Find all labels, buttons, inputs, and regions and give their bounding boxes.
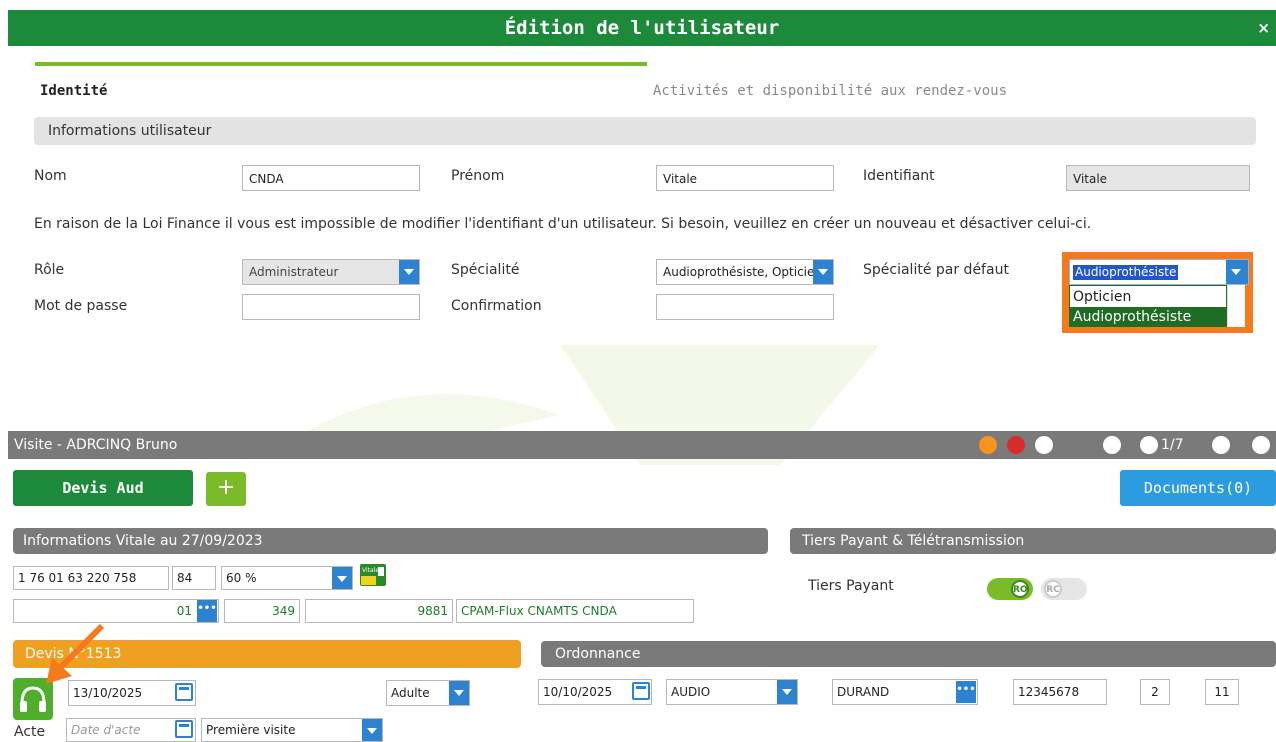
devis-aud-button[interactable]: Devis Aud xyxy=(13,470,193,506)
close-icon[interactable]: × xyxy=(1257,10,1270,46)
nom-label: Nom xyxy=(34,168,67,184)
specialite-defaut-value: Audioprothésiste xyxy=(1073,265,1179,280)
prev-page-icon[interactable] xyxy=(1140,436,1158,454)
taux-select[interactable]: 60 % xyxy=(221,566,353,590)
rc-toggle[interactable]: RC xyxy=(1041,578,1087,600)
chevron-down-icon xyxy=(449,681,469,705)
date-acte-placeholder: Date d'acte xyxy=(71,723,141,737)
tiers-payant-label: Tiers Payant xyxy=(808,578,894,594)
dialog-title: Édition de l'utilisateur xyxy=(8,10,1276,46)
vitale-section-title: Informations Vitale au 27/09/2023 xyxy=(13,528,768,554)
chevron-down-icon xyxy=(362,719,382,741)
dropdown-option-opticien[interactable]: Opticien xyxy=(1070,287,1226,307)
identifiant-label: Identifiant xyxy=(863,168,935,184)
confirmation-label: Confirmation xyxy=(451,298,542,314)
ordonnance-type-select[interactable]: AUDIO xyxy=(666,679,798,705)
regime-input[interactable]: 01 ••• xyxy=(13,599,219,623)
tab-active-indicator xyxy=(35,62,647,66)
identifiant-input: Vitale xyxy=(1066,165,1250,191)
prescripteur-input[interactable]: DURAND ••• xyxy=(832,679,978,705)
prenom-label: Prénom xyxy=(451,168,505,184)
specialite-defaut-dropdown: Opticien Audioprothésiste xyxy=(1069,285,1227,327)
centre-input[interactable]: 9881 xyxy=(305,599,453,623)
nom-input[interactable]: CNDA xyxy=(242,165,420,191)
section-informations-utilisateur: Informations utilisateur xyxy=(34,117,1256,145)
visite-title: Visite - ADRCINQ Bruno xyxy=(8,431,1276,459)
add-devis-button[interactable]: + xyxy=(206,472,246,506)
ordonnance-section-title: Ordonnance xyxy=(541,641,1276,667)
mot-de-passe-label: Mot de passe xyxy=(34,298,128,314)
confirmation-input[interactable] xyxy=(656,294,834,320)
vitale-card-text: Vitale xyxy=(362,567,379,574)
ordonnance-val2-input[interactable]: 11 xyxy=(1205,679,1239,705)
ordonnance-date-input[interactable]: 10/10/2025 xyxy=(538,679,652,705)
dropdown-option-audioprothesiste[interactable]: Audioprothésiste xyxy=(1070,307,1226,327)
prescripteur-value: DURAND xyxy=(837,685,890,699)
chevron-down-icon xyxy=(777,680,797,704)
devis-date-value: 13/10/2025 xyxy=(73,686,143,700)
caisse-input[interactable]: 349 xyxy=(224,599,300,623)
calendar-icon[interactable] xyxy=(632,682,650,700)
role-value: Administrateur xyxy=(249,265,339,279)
regime-value: 01 xyxy=(176,604,192,618)
ro-toggle[interactable]: RO xyxy=(987,578,1033,600)
devis-date-input[interactable]: 13/10/2025 xyxy=(68,680,196,706)
dropdown-scrollbar[interactable] xyxy=(1227,285,1245,327)
ordonnance-val1-input[interactable]: 2 xyxy=(1140,679,1170,705)
role-select: Administrateur xyxy=(242,259,420,285)
ordonnance-type-value: AUDIO xyxy=(671,685,711,699)
mot-de-passe-input[interactable] xyxy=(242,294,420,320)
taux-value: 60 % xyxy=(226,571,257,585)
vitale-card-icon[interactable]: Vitale xyxy=(360,564,386,586)
chevron-down-icon xyxy=(332,567,352,589)
loi-finance-notice: En raison de la Loi Finance il vous est … xyxy=(34,216,1092,232)
more-options-icon[interactable]: ••• xyxy=(956,681,976,703)
nir-input[interactable]: 1 76 01 63 220 758 xyxy=(13,566,169,590)
ro-toggle-knob: RO xyxy=(1011,580,1029,598)
remove-icon[interactable] xyxy=(1007,436,1025,454)
devis-type-select[interactable]: Adulte xyxy=(386,680,470,706)
first-page-icon[interactable] xyxy=(1103,436,1121,454)
specialite-defaut-select[interactable]: Audioprothésiste xyxy=(1069,259,1249,285)
specialite-select[interactable]: Audioprothésiste, Opticien xyxy=(656,259,834,285)
acte-label: Acte xyxy=(14,724,46,740)
ordonnance-date-value: 10/10/2025 xyxy=(543,685,613,699)
tab-activites[interactable]: Activités et disponibilité aux rendez-vo… xyxy=(653,83,1007,99)
role-label: Rôle xyxy=(34,262,65,278)
specialite-defaut-label: Spécialité par défaut xyxy=(863,262,1009,278)
last-page-icon[interactable] xyxy=(1252,436,1270,454)
devis-type-value: Adulte xyxy=(391,686,430,700)
next-page-icon[interactable] xyxy=(1212,436,1230,454)
add-icon[interactable] xyxy=(979,436,997,454)
more-options-icon[interactable]: ••• xyxy=(197,600,217,622)
organisme-input[interactable]: CPAM-Flux CNAMTS CNDA xyxy=(456,599,694,623)
specialite-value: Audioprothésiste, Opticien xyxy=(663,265,823,279)
prenom-input[interactable]: Vitale xyxy=(656,165,834,191)
cle-input[interactable]: 84 xyxy=(172,566,216,590)
ordonnance-numero-input[interactable]: 12345678 xyxy=(1013,679,1107,705)
visite-type-value: Première visite xyxy=(206,723,296,737)
documents-button[interactable]: Documents(0) xyxy=(1120,470,1276,506)
chevron-down-icon xyxy=(399,260,419,284)
page-indicator: 1/7 xyxy=(1161,437,1184,453)
dialog-title-text: Édition de l'utilisateur xyxy=(504,17,780,39)
rc-toggle-knob: RC xyxy=(1044,580,1062,598)
tiers-payant-section-title: Tiers Payant & Télétransmission xyxy=(790,528,1276,554)
more-icon[interactable] xyxy=(1035,436,1053,454)
visite-type-select[interactable]: Première visite xyxy=(201,718,383,742)
tab-identite[interactable]: Identité xyxy=(40,83,107,99)
date-acte-input[interactable]: Date d'acte xyxy=(66,718,196,742)
chevron-down-icon xyxy=(1226,260,1248,284)
specialite-label: Spécialité xyxy=(451,262,520,278)
chevron-down-icon xyxy=(813,260,833,284)
calendar-icon[interactable] xyxy=(175,720,193,738)
calendar-icon[interactable] xyxy=(175,683,193,701)
